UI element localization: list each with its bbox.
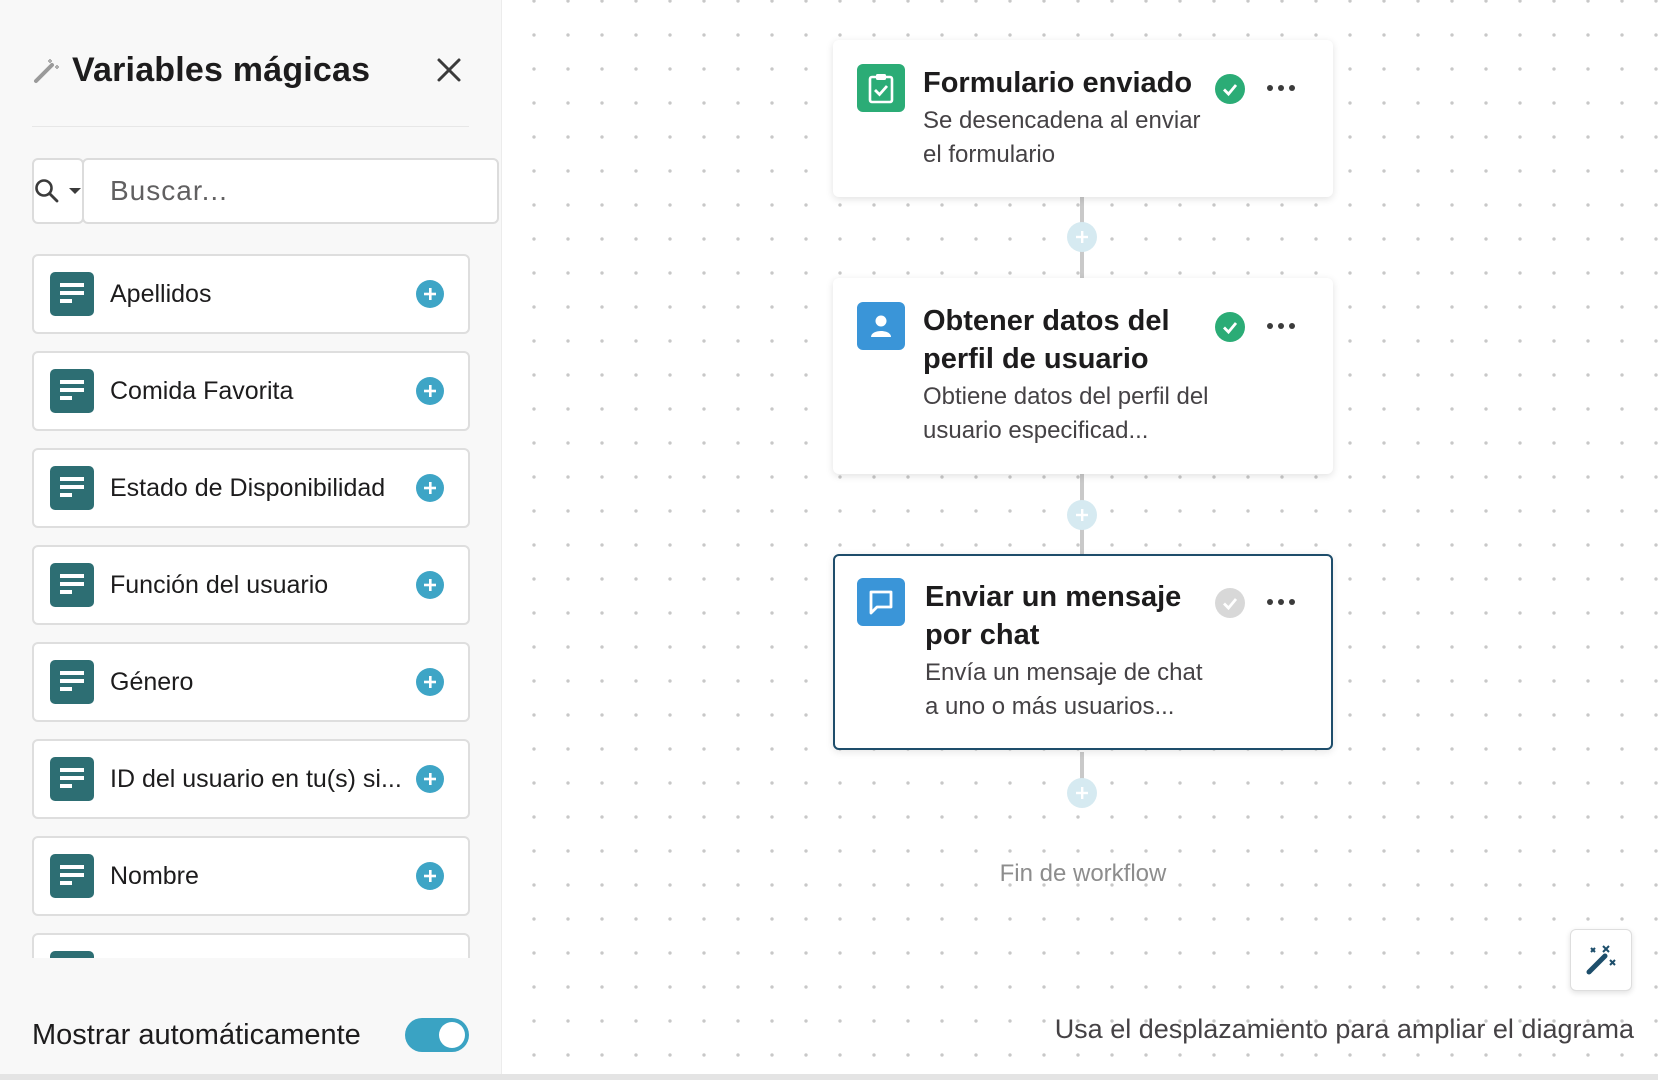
variable-item-nombre[interactable]: Nombre [32,836,470,916]
search-filter-dropdown[interactable] [32,158,84,224]
step-description: Se desencadena al enviar el formulario [923,107,1201,168]
variable-label: ID del usuario en tu(s) si... [110,764,402,793]
variable-item-partial[interactable] [32,933,470,958]
caret-down-icon [69,188,81,194]
text-field-icon [50,660,94,704]
variable-item-genero[interactable]: Género [32,642,470,722]
variable-list: Apellidos Comida Favorita Estado de Disp… [32,254,470,958]
close-icon [437,58,461,82]
more-icon-dot [1278,85,1284,91]
plus-icon [1076,231,1088,243]
variable-label: Género [110,667,194,696]
step-title: Obtener datos del perfil de usuario [923,305,1170,375]
toggle-knob [439,1022,465,1048]
text-field-icon [50,854,94,898]
magic-variables-panel: Variables mágicas Apellidos [0,0,502,1074]
more-icon-dot [1267,599,1273,605]
form-check-icon [857,64,905,112]
panel-title: Variables mágicas [72,50,371,89]
more-icon-dot [1278,323,1284,329]
add-variable-button[interactable] [416,571,444,599]
plus-icon [424,870,436,882]
auto-show-label: Mostrar automáticamente [32,1018,361,1051]
close-button[interactable] [429,50,469,90]
search-row [32,158,499,224]
zoom-hint: Usa el desplazamiento para ampliar el di… [1054,1014,1634,1044]
window-bottom-border [0,1074,1658,1080]
more-options-button[interactable] [1261,314,1301,338]
variable-label: Estado de Disponibilidad [110,473,386,502]
workflow-step-get-user-profile[interactable]: Obtener datos del perfil de usuario Obti… [833,278,1333,474]
more-icon-dot [1267,85,1273,91]
plus-icon [1076,787,1088,799]
plus-icon [1076,509,1088,521]
step-title: Formulario enviado [923,67,1193,99]
variable-label: Comida Favorita [110,376,294,405]
panel-footer: Mostrar automáticamente [32,1010,469,1060]
text-field-icon [50,369,94,413]
add-variable-button[interactable] [416,474,444,502]
plus-icon [424,385,436,397]
add-step-button[interactable] [1067,778,1097,808]
text-field-icon [50,272,94,316]
add-step-button[interactable] [1067,222,1097,252]
auto-show-toggle[interactable] [405,1018,469,1052]
check-circle-icon [1215,312,1245,342]
more-icon-dot [1289,323,1295,329]
plus-icon [424,773,436,785]
add-variable-button[interactable] [416,280,444,308]
plus-icon [424,482,436,494]
search-icon [35,179,59,203]
step-title: Enviar un mensaje por chat [925,581,1182,651]
panel-header: Variables mágicas [32,36,469,104]
add-step-button[interactable] [1067,500,1097,530]
more-options-button[interactable] [1261,590,1301,614]
more-icon-dot [1289,599,1295,605]
step-description: Obtiene datos del perfil del usuario esp… [923,383,1209,444]
plus-icon [424,579,436,591]
variable-item-comida-favorita[interactable]: Comida Favorita [32,351,470,431]
check-circle-icon [1215,74,1245,104]
text-field-icon [50,466,94,510]
step-description: Envía un mensaje de chat a uno o más usu… [925,659,1203,720]
variable-label: Apellidos [110,279,212,308]
add-variable-button[interactable] [416,377,444,405]
check-circle-icon [1215,588,1245,618]
more-icon-dot [1267,323,1273,329]
text-field-icon [50,563,94,607]
search-input[interactable] [82,158,499,224]
magic-wand-icon [1586,945,1616,975]
variable-label: Nombre [110,861,199,890]
plus-icon [424,676,436,688]
variable-label: Función del usuario [110,570,329,599]
more-options-button[interactable] [1261,76,1301,100]
end-of-workflow-label: Fin de workflow [999,860,1167,887]
variable-item-apellidos[interactable]: Apellidos [32,254,470,334]
variable-item-estado-de-disponibilidad[interactable]: Estado de Disponibilidad [32,448,470,528]
user-icon [857,302,905,350]
plus-icon [424,288,436,300]
more-icon-dot [1278,599,1284,605]
magic-variables-button[interactable] [1570,929,1632,991]
add-variable-button[interactable] [416,862,444,890]
header-divider [32,126,469,127]
variable-item-funcion-del-usuario[interactable]: Función del usuario [32,545,470,625]
text-field-icon [50,951,94,958]
text-field-icon [50,757,94,801]
magic-wand-icon [32,53,66,87]
workflow-step-form-submitted[interactable]: Formulario enviado Se desencadena al env… [833,40,1333,197]
add-variable-button[interactable] [416,668,444,696]
workflow-canvas[interactable]: Formulario enviado Se desencadena al env… [503,0,1658,1074]
workflow-step-send-chat-message[interactable]: Enviar un mensaje por chat Envía un mens… [833,554,1333,750]
add-variable-button[interactable] [416,765,444,793]
variable-item-id-del-usuario[interactable]: ID del usuario en tu(s) si... [32,739,470,819]
chat-bubble-icon [857,578,905,626]
more-icon-dot [1289,85,1295,91]
